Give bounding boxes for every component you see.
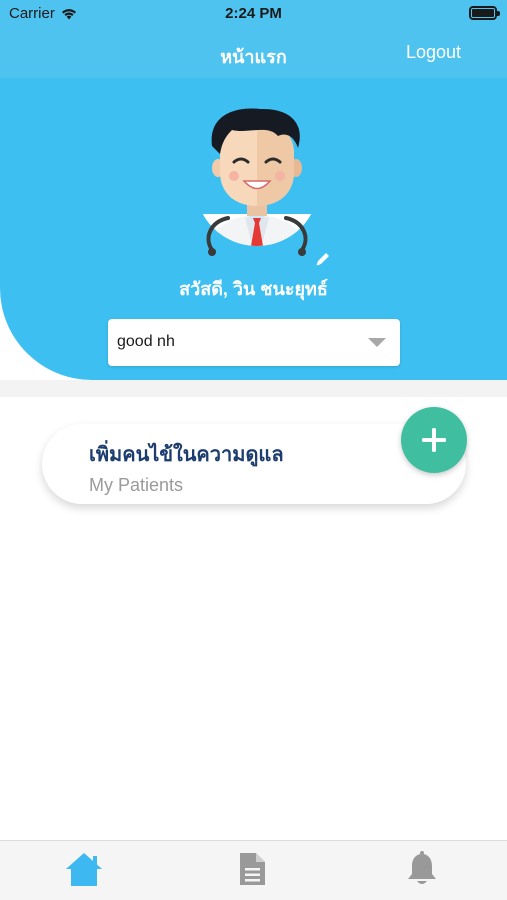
edit-pencil-icon[interactable] [314, 250, 332, 268]
battery-icon [469, 6, 500, 20]
status-time: 2:24 PM [225, 5, 282, 22]
facility-select[interactable]: good nh [108, 319, 400, 366]
home-icon [66, 853, 102, 886]
home-screen: Carrier 2:24 PM หน้าแรก Logout สวัสดี, ว… [0, 0, 507, 900]
tab-bar [0, 840, 507, 900]
tab-home[interactable] [64, 849, 104, 889]
card-subtitle: My Patients [89, 475, 184, 495]
chevron-down-icon [368, 338, 386, 347]
plus-icon [422, 428, 446, 452]
navigation-bar: หน้าแรก Logout [0, 28, 507, 78]
doctor-avatar-icon[interactable] [190, 106, 324, 262]
profile-header: สวัสดี, วิน ชนะยุทธ์ good nh [0, 78, 507, 380]
tab-notifications[interactable] [402, 849, 442, 889]
tab-documents[interactable] [232, 849, 272, 889]
card-title: เพิ่มคนไข้ในความดูแล [89, 444, 284, 466]
facility-select-value: good nh [117, 333, 175, 350]
greeting-text: สวัสดี, วิน ชนะยุทธ์ [179, 279, 328, 299]
add-patient-button[interactable] [401, 407, 467, 473]
status-bar: Carrier 2:24 PM [0, 0, 507, 28]
logout-button[interactable]: Logout [406, 42, 461, 63]
section-divider [0, 380, 507, 397]
document-icon [240, 853, 265, 885]
bell-icon [408, 851, 436, 884]
